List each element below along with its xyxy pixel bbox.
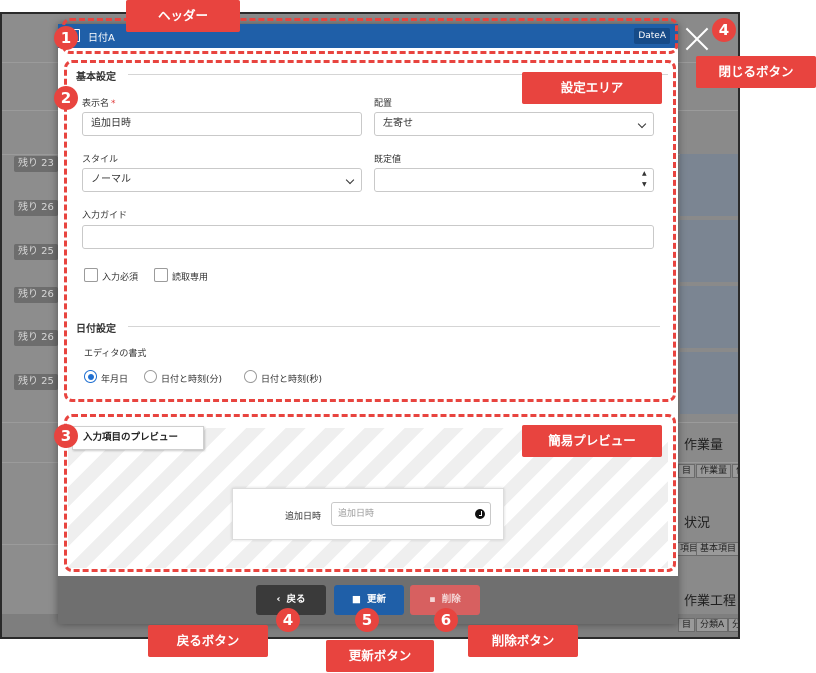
badge-4-back: 4 xyxy=(276,608,300,632)
remaining-badge: 残り 26 xyxy=(14,200,58,216)
settings-area-highlight xyxy=(64,60,676,402)
remaining-badge: 残り 26 xyxy=(14,287,58,303)
header-callout: ヘッダー xyxy=(126,0,240,32)
delete-button-callout: 削除ボタン xyxy=(468,625,578,657)
remaining-badge: 残り 25 xyxy=(14,374,58,390)
badge-4-close: 4 xyxy=(712,18,736,42)
badge-5-update: 5 xyxy=(355,608,379,632)
chevron-left-icon: ‹ xyxy=(276,594,281,605)
background-chip: 作業量 xyxy=(696,464,732,478)
trash-icon: ▪ xyxy=(429,594,436,605)
background-chip: 作 xyxy=(732,464,738,478)
badge-2: 2 xyxy=(54,86,78,110)
badge-1: 1 xyxy=(54,26,78,50)
background-row-highlight xyxy=(680,220,738,282)
background-row-highlight xyxy=(680,286,738,348)
background-work-process: 作業工程 xyxy=(684,594,737,609)
background-chip: 基本項目 xyxy=(696,542,738,556)
update-button-callout: 更新ボタン xyxy=(326,640,434,672)
remaining-badge: 残り 26 xyxy=(14,330,58,346)
settings-area-callout: 設定エリア xyxy=(522,72,662,104)
background-chip: 目 xyxy=(678,464,696,478)
background-status: 状況 xyxy=(684,516,711,531)
background-chip: 目 xyxy=(678,618,696,632)
background-row-highlight xyxy=(680,154,738,216)
preview-callout: 簡易プレビュー xyxy=(522,425,662,457)
back-button-callout: 戻るボタン xyxy=(148,625,268,657)
remaining-badge: 残り 25 xyxy=(14,244,58,260)
close-callout: 閉じるボタン xyxy=(696,56,816,88)
background-chip: 分類A xyxy=(696,618,729,632)
background-row-highlight xyxy=(680,352,738,414)
badge-3: 3 xyxy=(54,424,78,448)
badge-6-delete: 6 xyxy=(434,608,458,632)
screenshot-stage: 残り 23 残り 26 残り 25 残り 26 残り 26 残り 25 作業量 … xyxy=(0,0,816,673)
background-chip: 分 xyxy=(728,618,738,632)
close-icon[interactable] xyxy=(684,26,710,52)
background-work-amount: 作業量 xyxy=(684,438,724,453)
remaining-badge: 残り 23 xyxy=(14,156,58,172)
save-icon: ■ xyxy=(352,594,361,605)
